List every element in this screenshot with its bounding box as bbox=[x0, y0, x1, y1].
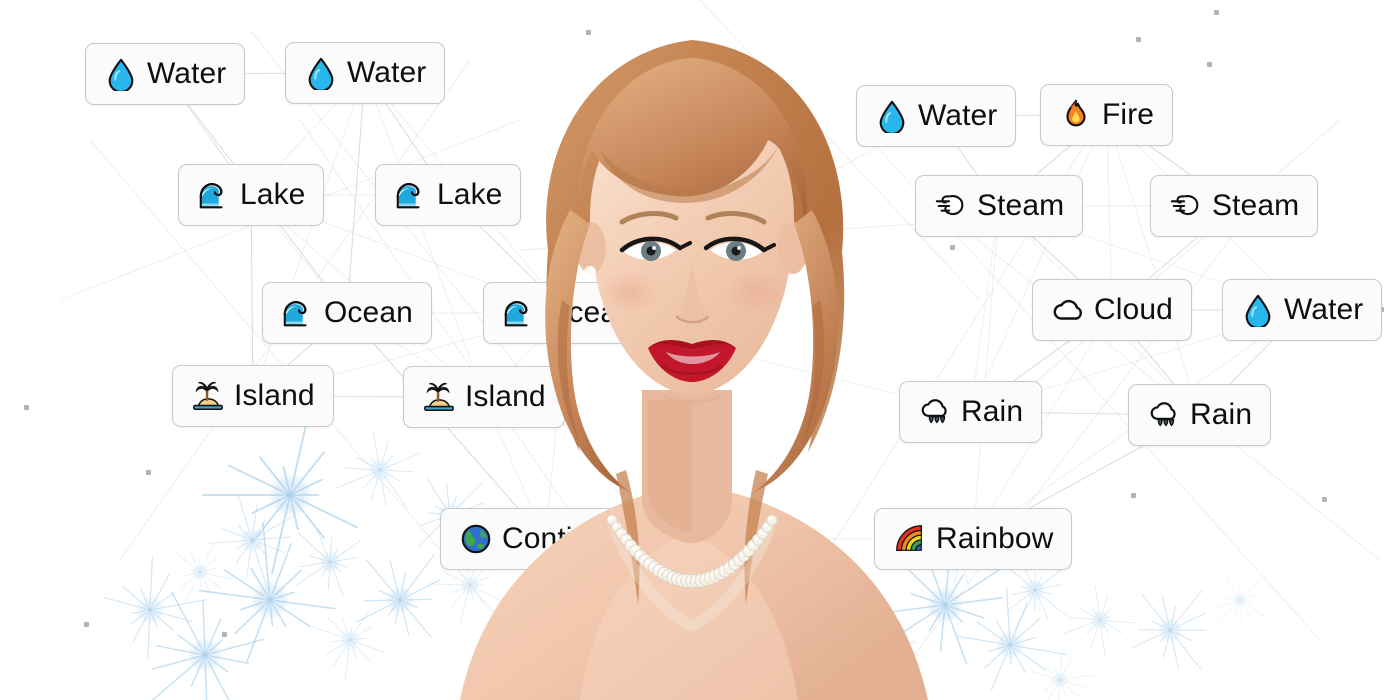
element-pill-ocean-1[interactable]: Ocean bbox=[262, 282, 432, 344]
water-drop-icon bbox=[1245, 294, 1271, 327]
desert-island-icon bbox=[193, 381, 223, 410]
water-drop-icon bbox=[879, 100, 905, 133]
element-pill-label: Ocean bbox=[324, 296, 413, 329]
element-pill-steam-1[interactable]: Steam bbox=[915, 175, 1084, 237]
element-pill-label: Steam bbox=[977, 189, 1065, 222]
element-pill-water-3[interactable]: Water bbox=[856, 85, 1017, 147]
element-pill-water-1[interactable]: Water bbox=[85, 43, 246, 105]
element-pill-steam-2[interactable]: Steam bbox=[1150, 175, 1319, 237]
element-pill-water-4[interactable]: Water bbox=[1222, 279, 1383, 341]
cloud-icon bbox=[1053, 299, 1083, 320]
dashing-away-icon bbox=[935, 195, 964, 216]
element-pill-water-2[interactable]: Water bbox=[285, 42, 446, 104]
dashing-away-icon bbox=[1170, 195, 1199, 216]
element-pill-label: Island bbox=[234, 379, 315, 412]
element-pill-label: Fire bbox=[1102, 98, 1155, 131]
element-pill-fire-1[interactable]: Fire bbox=[1040, 84, 1174, 146]
element-pill-rainbow-1[interactable]: Rainbow bbox=[874, 508, 1073, 570]
fire-icon bbox=[1066, 99, 1086, 127]
element-pill-rain-1[interactable]: Rain bbox=[899, 381, 1043, 443]
element-pill-label: Rain bbox=[1190, 398, 1253, 431]
element-pill-label: Water bbox=[1284, 293, 1364, 326]
element-pill-label: Cloud bbox=[1094, 293, 1173, 326]
infinite-craft-canvas: Water Water Lake Lake Ocean Ocean Island… bbox=[0, 0, 1400, 700]
cloud-with-rain-icon bbox=[921, 399, 947, 424]
element-pill-cloud-1[interactable]: Cloud bbox=[1032, 279, 1192, 341]
ocean-wave-icon bbox=[199, 183, 223, 209]
water-drop-icon bbox=[108, 58, 134, 91]
ocean-wave-icon bbox=[283, 301, 307, 327]
element-pill-island-1[interactable]: Island bbox=[172, 365, 334, 427]
cloud-with-rain-icon bbox=[1150, 402, 1176, 427]
element-pill-rain-2[interactable]: Rain bbox=[1128, 384, 1272, 446]
element-pill-label: Steam bbox=[1212, 189, 1300, 222]
rainbow-icon bbox=[896, 525, 922, 551]
element-pill-label: Water bbox=[147, 57, 227, 90]
element-pill-label: Rain bbox=[961, 395, 1024, 428]
water-drop-icon bbox=[308, 57, 334, 90]
element-pill-label: Water bbox=[918, 99, 998, 132]
element-pill-label: Water bbox=[347, 56, 427, 89]
ocean-wave-icon bbox=[396, 183, 420, 209]
element-pill-lake-1[interactable]: Lake bbox=[178, 164, 325, 226]
element-pill-label: Rainbow bbox=[936, 522, 1054, 555]
element-pill-label: Lake bbox=[240, 178, 306, 211]
